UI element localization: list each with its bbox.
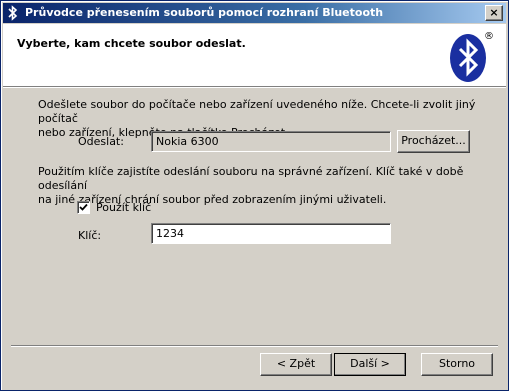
send-target-field: Nokia 6300 [151, 131, 391, 152]
browse-button[interactable]: Procházet... [397, 130, 470, 153]
key-label: Klíč: [78, 229, 102, 242]
cancel-button[interactable]: Storno [421, 353, 493, 376]
key-info-line-1: Použitím klíče zajistíte odeslání soubor… [38, 165, 464, 192]
back-button[interactable]: < Zpět [260, 353, 332, 376]
use-key-checkbox[interactable] [77, 201, 90, 214]
title-bar[interactable]: Průvodce přenesením souborů pomocí rozhr… [3, 3, 506, 23]
next-button[interactable]: Další > [334, 353, 406, 376]
footer-divider [11, 345, 498, 347]
use-key-label[interactable]: Použít klíč [96, 201, 151, 214]
intro-line-1: Odešlete soubor do počítače nebo zařízen… [38, 98, 476, 125]
window-title: Průvodce přenesením souborů pomocí rozhr… [25, 6, 384, 19]
wizard-window: Průvodce přenesením souborů pomocí rozhr… [0, 0, 509, 391]
page-title: Vyberte, kam chcete soubor odeslat. [17, 37, 246, 50]
header-divider [3, 86, 506, 88]
checkmark-icon [79, 203, 88, 211]
bluetooth-icon [8, 5, 18, 21]
wizard-header: Vyberte, kam chcete soubor odeslat. ® [3, 24, 506, 86]
send-label: Odeslat: [78, 135, 124, 148]
close-icon: × [489, 6, 499, 19]
key-input[interactable]: 1234 [151, 223, 391, 244]
bluetooth-logo-icon: ® [450, 31, 494, 82]
close-button[interactable]: × [485, 5, 503, 21]
registered-mark: ® [484, 31, 494, 42]
